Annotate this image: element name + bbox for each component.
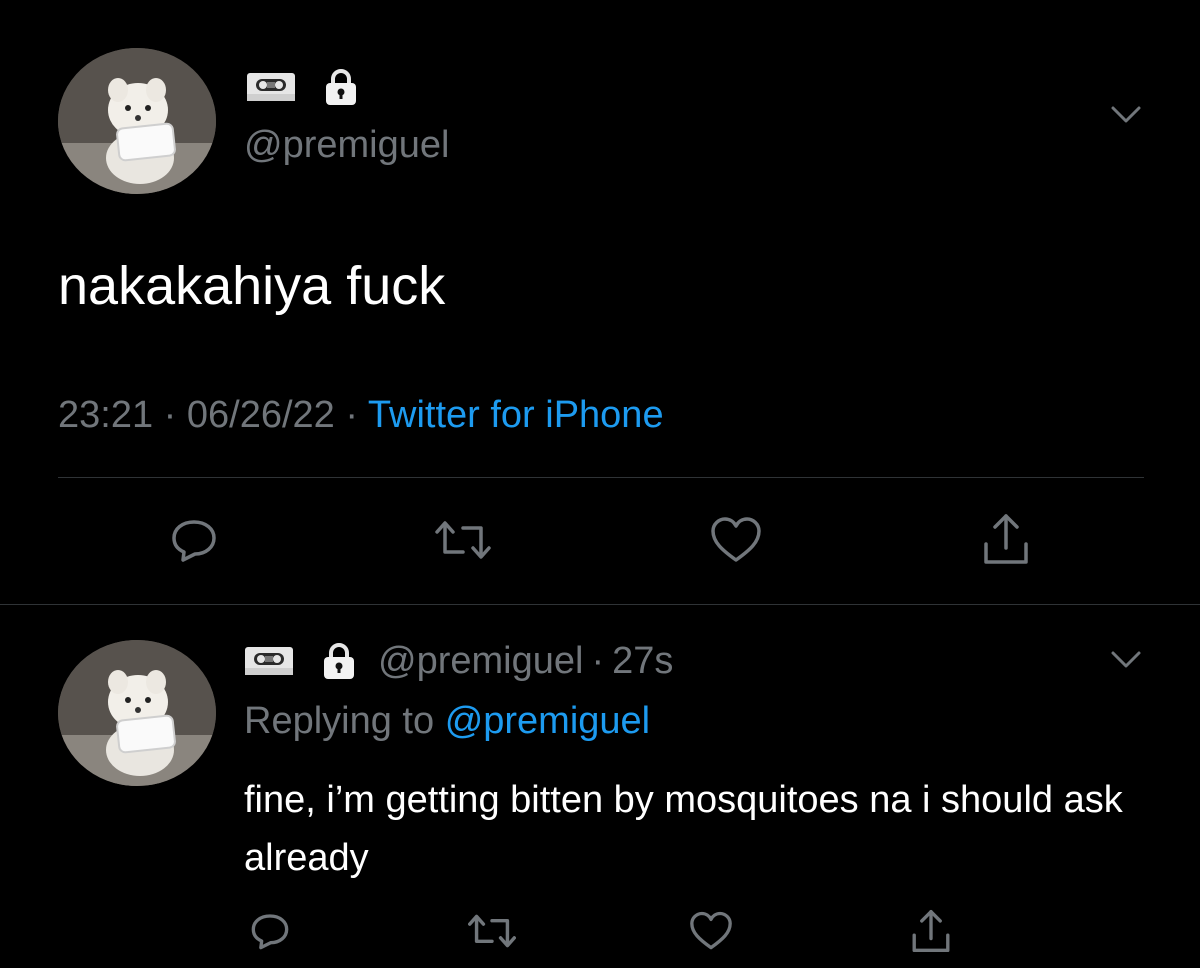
meta-separator: · — [591, 639, 605, 682]
divider — [58, 477, 1144, 478]
videocassette-icon — [245, 647, 293, 675]
name-emojis — [246, 68, 358, 106]
tweet-meta: 23:21 · 06/26/22 · Twitter for iPhone — [58, 392, 664, 438]
chevron-down-icon[interactable] — [1106, 100, 1146, 130]
videocassette-icon — [247, 73, 295, 101]
like-icon[interactable] — [706, 510, 766, 570]
reply-timestamp: 27s — [612, 639, 674, 682]
lock-icon — [326, 69, 356, 105]
replying-to-handle-link[interactable]: @premiguel — [445, 700, 650, 742]
share-icon[interactable] — [906, 904, 956, 958]
chevron-down-icon[interactable] — [1106, 645, 1146, 675]
lock-icon — [324, 643, 354, 679]
reply-header: @premiguel · 27s — [244, 636, 673, 686]
dog-avatar-image — [58, 640, 216, 786]
meta-separator: · — [163, 394, 177, 436]
tweet-text: nakakahiya fuck — [58, 256, 446, 316]
dog-avatar-image — [58, 48, 216, 194]
divider — [0, 604, 1200, 605]
retweet-icon[interactable] — [462, 906, 522, 956]
avatar[interactable] — [58, 48, 216, 194]
tweet-date: 06/26/22 — [186, 394, 335, 436]
tweet-source-link[interactable]: Twitter for iPhone — [368, 394, 664, 436]
reply-icon[interactable] — [245, 906, 295, 956]
share-icon[interactable] — [976, 508, 1036, 570]
handle[interactable]: @premiguel — [244, 122, 449, 168]
avatar[interactable] — [58, 640, 216, 786]
replying-to: Replying to @premiguel — [244, 697, 650, 745]
meta-separator: · — [345, 394, 359, 436]
reply-icon[interactable] — [164, 510, 224, 570]
retweet-icon[interactable] — [428, 510, 498, 570]
replying-to-label: Replying to — [244, 700, 435, 742]
tweet-time: 23:21 — [58, 394, 154, 436]
reply-handle[interactable]: @premiguel — [378, 640, 583, 683]
reply-text: fine, i’m getting bitten by mosquitoes n… — [244, 779, 1123, 879]
like-icon[interactable] — [686, 906, 736, 956]
